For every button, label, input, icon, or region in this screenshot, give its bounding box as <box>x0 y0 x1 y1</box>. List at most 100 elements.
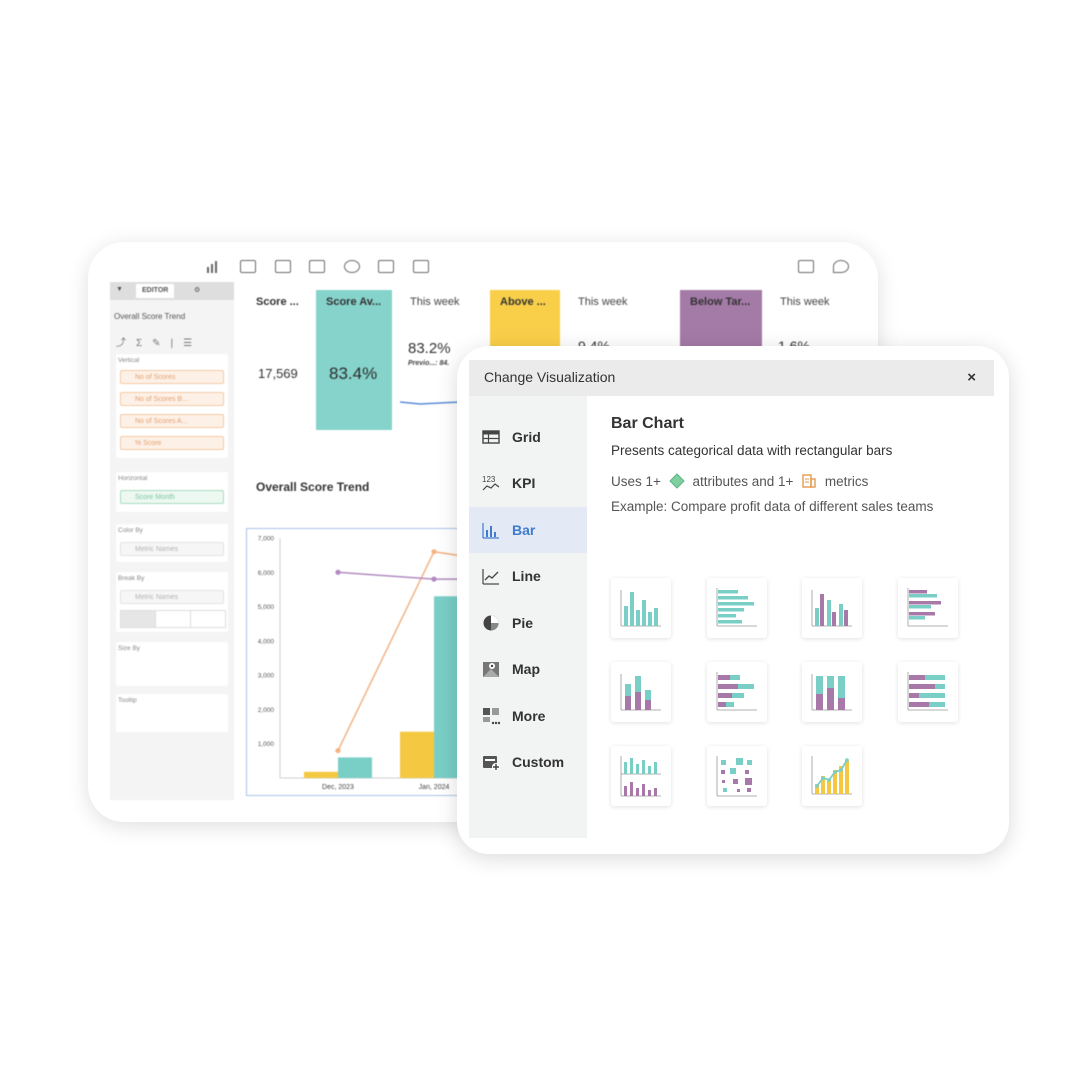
panel-title: Overall Score Trend <box>114 312 186 321</box>
duplicate-icon[interactable] <box>798 260 814 273</box>
filter-icon[interactable]: ▼ <box>116 286 123 293</box>
score-trend-chart: 7,000 6,000 5,000 4,000 3,000 2,000 1,000 Dec,… <box>246 528 486 796</box>
dot-matrix-thumb-icon <box>716 756 757 797</box>
y-tick-label: 4,000 <box>258 638 275 645</box>
visualization-description: Presents categorical data with rectangul… <box>611 443 893 458</box>
menu-item-label: Bar <box>512 522 536 538</box>
visualization-example: Example: Compare profit data of differen… <box>611 499 934 514</box>
kpi-score-avg-label: Score Av... <box>326 296 382 308</box>
break-by-label: Break By <box>118 575 145 582</box>
vertical-item[interactable]: No of Scores A... <box>120 414 224 428</box>
horizontal-dropzone[interactable]: Horizontal Score Month <box>116 472 228 512</box>
menu-item-kpi[interactable]: 123 KPI <box>469 460 587 506</box>
horizontal-bar-thumb[interactable] <box>707 578 767 638</box>
clustered-horizontal-bar-thumb[interactable] <box>898 578 958 638</box>
vertical-dropzone[interactable]: Vertical No of Scores No of Scores B... … <box>116 354 228 458</box>
settings-icon[interactable]: ⚙ <box>194 286 200 294</box>
panel-icon[interactable] <box>240 260 256 273</box>
y-tick-label: 5,000 <box>258 604 275 611</box>
color-by-item[interactable]: Metric Names <box>120 542 224 556</box>
kpi-below-label: Below Tar... <box>690 296 751 308</box>
dual-axis-bar-thumb[interactable] <box>611 746 671 806</box>
y-tick-label: 1,000 <box>258 741 275 748</box>
menu-item-label: Custom <box>512 754 565 770</box>
metric-icon <box>802 474 816 488</box>
vertical-bar-thumb-icon <box>620 590 661 627</box>
vertical-item[interactable]: No of Scores B... <box>120 392 224 406</box>
series-point <box>335 569 341 575</box>
stacked-horizontal-bar-thumb[interactable] <box>707 662 767 722</box>
pie-icon <box>483 615 499 631</box>
kpi-this-week-value: 83.2% <box>408 340 451 357</box>
menu-item-map[interactable]: Map <box>469 646 587 692</box>
kpi-icon: 123 <box>482 475 500 491</box>
sidebar-tools[interactable]: ⤴Σ✎|☰ <box>116 334 202 349</box>
menu-item-more[interactable]: More <box>469 693 587 739</box>
size-by-dropzone[interactable]: Size By <box>116 642 228 686</box>
menu-item-bar[interactable]: Bar <box>469 507 587 553</box>
series-point <box>431 549 437 555</box>
vertical-label: Vertical <box>118 357 140 364</box>
dual-axis-bar-thumb-icon <box>620 756 661 797</box>
close-button[interactable]: × <box>967 369 976 386</box>
dialog-header: Change Visualization × <box>469 360 994 396</box>
attribute-icon <box>668 473 685 489</box>
kpi-score-avg-value: 83.4% <box>329 364 378 383</box>
combo-bar-line-thumb-icon <box>811 756 852 795</box>
dot-matrix-thumb[interactable] <box>707 746 767 806</box>
image-icon[interactable] <box>309 260 325 273</box>
bar <box>400 731 434 778</box>
tooltip-label: Tooltip <box>118 697 137 704</box>
menu-item-line[interactable]: Line <box>469 553 587 599</box>
vertical-bar-thumb[interactable] <box>611 578 671 638</box>
change-visualization-dialog: Change Visualization × Grid 123 KPI Bar … <box>457 346 1009 854</box>
percent-stacked-horizontal-bar-thumb-icon <box>907 672 948 711</box>
layout-icon[interactable] <box>413 260 429 273</box>
shapes-icon[interactable] <box>344 260 360 273</box>
horizontal-bar-thumb-icon <box>716 588 757 627</box>
uses-attributes: attributes and 1+ <box>692 474 794 489</box>
x-tick-label: Jan, 2024 <box>419 784 450 791</box>
y-tick-label: 6,000 <box>258 570 275 577</box>
kpi-this-week-2-label: This week <box>578 296 628 308</box>
percent-stacked-horizontal-bar-thumb[interactable] <box>898 662 958 722</box>
tooltip-dropzone[interactable]: Tooltip <box>116 694 228 732</box>
series-point <box>335 747 341 754</box>
visualization-requirements: Uses 1+ attributes and 1+ metrics <box>611 473 868 489</box>
text-icon[interactable] <box>275 260 291 273</box>
bar-chart-icon[interactable] <box>206 260 220 273</box>
stacked-bar-thumb[interactable] <box>611 662 671 722</box>
grid-icon <box>482 430 500 444</box>
color-by-label: Color By <box>118 527 143 534</box>
kpi-previous-value: Previo...: 84. <box>408 360 450 367</box>
kpi-above-card: Above ... <box>490 290 560 350</box>
more-icon <box>483 708 500 725</box>
break-by-item[interactable]: Metric Names <box>120 590 224 604</box>
horizontal-label: Horizontal <box>118 475 148 482</box>
stacked-horizontal-bar-thumb-icon <box>716 672 757 711</box>
tab-editor[interactable]: EDITOR <box>136 284 175 298</box>
clustered-bar-thumb[interactable] <box>802 578 862 638</box>
visualization-type-menu: Grid 123 KPI Bar Line Pie Map More Custo… <box>469 396 587 838</box>
menu-item-label: Line <box>512 568 541 584</box>
kpi-sparkline <box>400 401 460 405</box>
break-by-options[interactable] <box>120 610 226 628</box>
vertical-item[interactable]: No of Scores <box>120 370 224 384</box>
horizontal-item[interactable]: Score Month <box>120 490 224 504</box>
y-tick-label: 3,000 <box>258 673 275 680</box>
clustered-horizontal-bar-thumb-icon <box>907 588 948 627</box>
container-icon[interactable] <box>378 260 394 273</box>
combo-bar-line-thumb[interactable] <box>802 746 862 806</box>
kpi-this-week-3-label: This week <box>780 296 830 308</box>
kpi-score-avg-card: Score Av... 83.4% <box>316 290 392 430</box>
series-point <box>431 576 437 582</box>
vertical-item[interactable]: % Score <box>120 436 224 450</box>
percent-stacked-bar-thumb[interactable] <box>802 662 862 722</box>
location-icon[interactable] <box>833 260 849 273</box>
menu-item-pie[interactable]: Pie <box>469 600 587 646</box>
menu-item-grid[interactable]: Grid <box>469 414 587 460</box>
menu-item-custom[interactable]: Custom <box>469 739 587 785</box>
break-by-dropzone[interactable]: Break By Metric Names <box>116 572 228 632</box>
color-by-dropzone[interactable]: Color By Metric Names <box>116 524 228 562</box>
kpi-below-card: Below Tar... <box>680 290 762 350</box>
